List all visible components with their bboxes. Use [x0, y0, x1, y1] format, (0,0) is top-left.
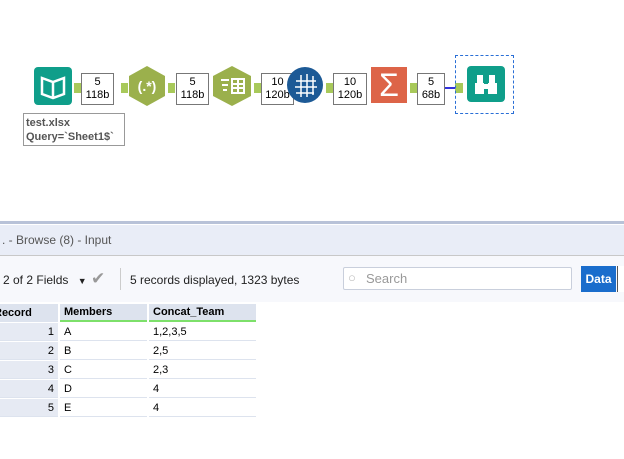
- record-cell[interactable]: 2: [0, 342, 58, 360]
- concat-team-cell[interactable]: 1,2,3,5: [149, 323, 256, 341]
- table-row[interactable]: 3 C 2,3: [0, 361, 256, 379]
- record-cell[interactable]: 4: [0, 380, 58, 398]
- members-cell[interactable]: C: [60, 361, 147, 379]
- results-toolbar: 2 of 2 Fields ▼ ✔ 5 records displayed, 1…: [0, 256, 624, 302]
- concat-team-cell[interactable]: 4: [149, 399, 256, 417]
- search-placeholder: Search: [366, 271, 408, 286]
- column-header-members[interactable]: Members: [60, 304, 147, 322]
- members-cell[interactable]: A: [60, 323, 147, 341]
- text-to-columns-tool[interactable]: [213, 66, 251, 106]
- connection-badge[interactable]: 5 118b: [81, 73, 114, 105]
- fields-label: 2 of 2 Fields: [3, 273, 69, 287]
- checkmark-icon[interactable]: ✔: [91, 269, 105, 289]
- column-header-concat-team[interactable]: Concat_Team: [149, 304, 256, 322]
- fields-selector[interactable]: 2 of 2 Fields ▼: [3, 273, 87, 287]
- search-input[interactable]: ○ Search: [343, 267, 572, 290]
- concat-team-cell[interactable]: 4: [149, 380, 256, 398]
- table-row[interactable]: 2 B 2,5: [0, 342, 256, 360]
- results-header: . - Browse (8) - Input: [0, 225, 624, 256]
- members-cell[interactable]: B: [60, 342, 147, 360]
- annotation-query: Query=`Sheet1$`: [26, 131, 114, 143]
- status-text: 5 records displayed, 1323 bytes: [130, 273, 300, 287]
- caret-down-icon: ▼: [77, 276, 87, 286]
- table-row[interactable]: 5E4: [0, 399, 256, 417]
- results-table: Record Members Concat_Team 1A1,2,3,52B2,…: [0, 303, 258, 418]
- data-tab[interactable]: Data: [581, 266, 616, 292]
- pane-divider[interactable]: [0, 221, 624, 224]
- byte-size: 118b: [85, 89, 110, 101]
- book-icon: [40, 76, 66, 100]
- byte-size: 68b: [421, 89, 441, 101]
- summarize-tool[interactable]: Σ: [371, 67, 407, 103]
- table-icon: [221, 78, 245, 94]
- byte-size: 118b: [180, 89, 205, 101]
- record-cell[interactable]: 5: [0, 399, 58, 417]
- browse-tool[interactable]: [467, 66, 505, 102]
- concat-team-cell[interactable]: 2,3: [149, 361, 256, 379]
- input-data-tool[interactable]: [34, 67, 72, 105]
- record-count: 5: [427, 76, 435, 88]
- members-cell[interactable]: D: [60, 380, 147, 398]
- annotation-file: test.xlsx: [26, 117, 71, 129]
- sigma-icon: Σ: [379, 67, 399, 103]
- record-count: 5: [189, 76, 196, 88]
- members-cell[interactable]: E: [60, 399, 147, 417]
- search-icon: ○: [348, 270, 356, 285]
- column-header-record[interactable]: Record: [0, 304, 58, 322]
- cross-tab-tool[interactable]: [287, 67, 323, 103]
- record-cell[interactable]: 1: [0, 323, 58, 341]
- record-count: 10: [343, 76, 357, 88]
- concat-team-cell[interactable]: 2,5: [149, 342, 256, 360]
- table-row[interactable]: 4D4: [0, 380, 256, 398]
- connection-badge[interactable]: 5 68b: [417, 73, 445, 105]
- input-annotation: test.xlsx Query=`Sheet1$`: [23, 113, 125, 146]
- results-title: . - Browse (8) - Input: [2, 233, 112, 247]
- connection-badge[interactable]: 5 118b: [176, 73, 209, 105]
- record-cell[interactable]: 3: [0, 361, 58, 379]
- grid-globe-icon: [295, 74, 317, 97]
- table-row[interactable]: 1 A 1,2,3,5: [0, 323, 256, 341]
- regex-tool[interactable]: (.*): [129, 66, 165, 106]
- byte-size: 120b: [337, 89, 363, 101]
- binoculars-icon: [475, 75, 497, 94]
- record-count: 5: [94, 76, 101, 88]
- connection-badge[interactable]: 10 120b: [333, 73, 367, 105]
